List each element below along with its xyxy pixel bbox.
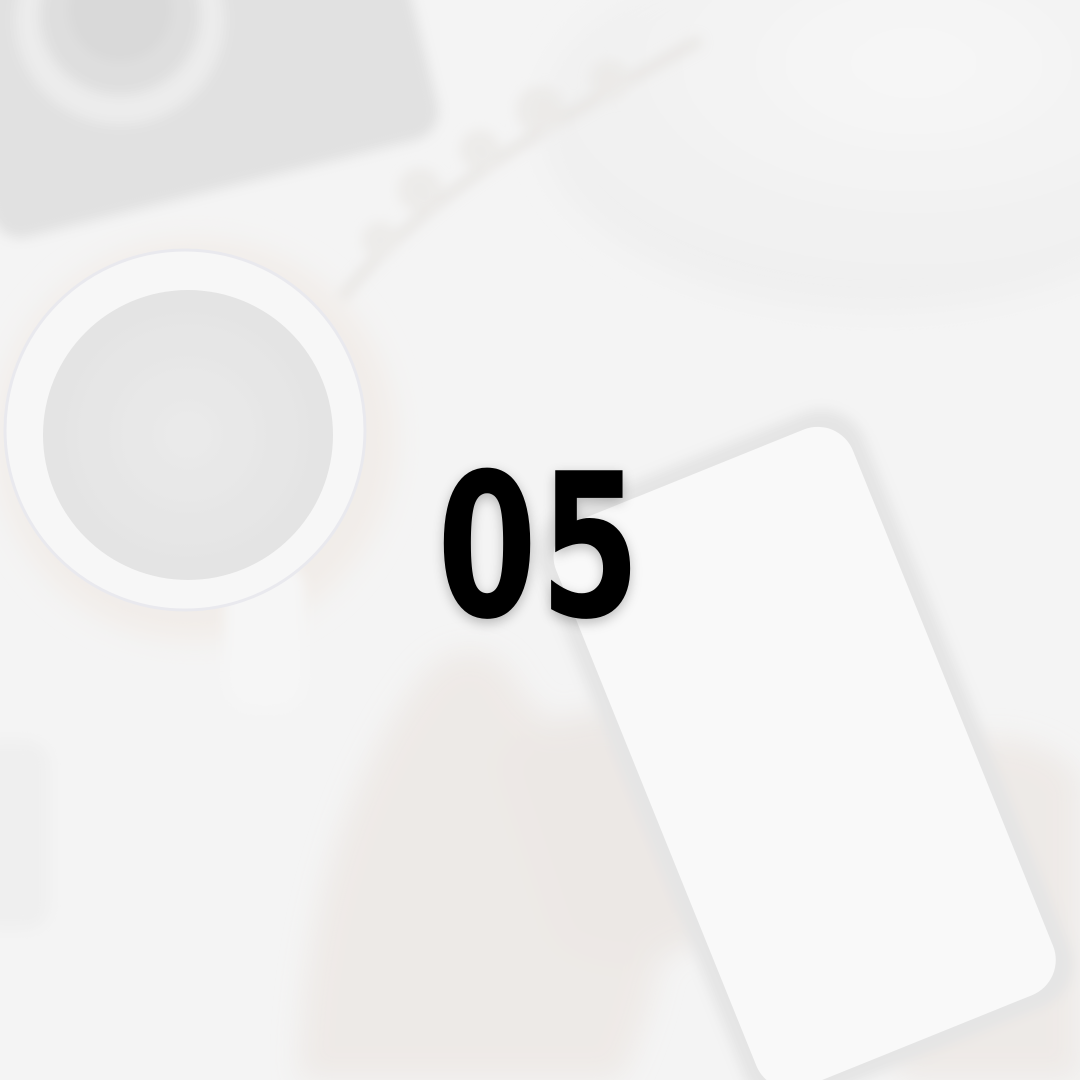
slide-number: 05: [436, 431, 644, 664]
slide: 05: [0, 0, 1080, 1080]
